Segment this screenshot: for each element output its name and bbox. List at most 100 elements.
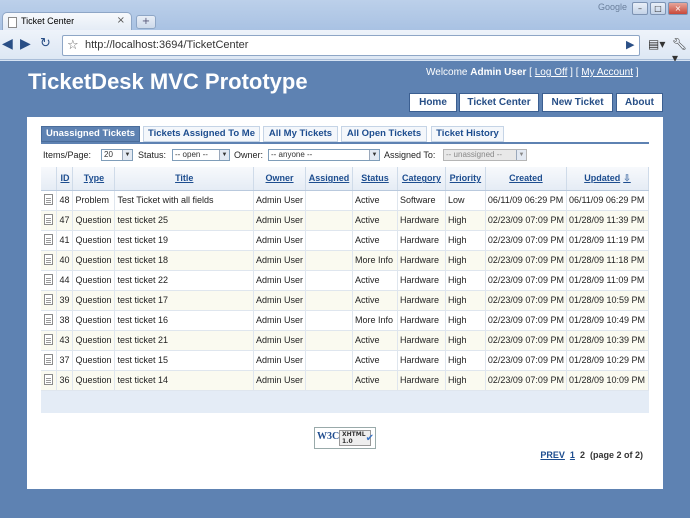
col-id[interactable]: ID	[56, 167, 74, 191]
document-icon[interactable]	[44, 213, 54, 225]
cell-updated: 01/28/09 10:59 PM	[566, 290, 650, 311]
cell-status: Active	[352, 330, 398, 351]
cell-assigned	[305, 230, 354, 251]
table-row[interactable]: 43 Question test ticket 21 Admin User Active…	[41, 330, 650, 351]
owner-label: Owner:	[234, 150, 264, 160]
col-type[interactable]: Type	[72, 167, 116, 191]
cell-type: Question	[72, 250, 116, 271]
cell-title[interactable]: test ticket 15	[114, 350, 255, 371]
tab-all-my-tickets[interactable]: All My Tickets	[263, 126, 338, 142]
cell-title[interactable]: test ticket 25	[114, 210, 255, 231]
col-created[interactable]: Created	[485, 167, 567, 191]
table-row[interactable]: 47 Question test ticket 25 Admin User Active…	[41, 210, 650, 231]
col-category[interactable]: Category	[397, 167, 446, 191]
welcome-prefix: Welcome	[426, 67, 468, 78]
tab-unassigned-tickets[interactable]: Unassigned Tickets	[41, 126, 140, 142]
page-menu-icon[interactable]: ▤▾	[648, 37, 665, 51]
table-row[interactable]: 36 Question test ticket 14 Admin User Active…	[41, 370, 650, 391]
cell-assigned	[305, 350, 354, 371]
cell-title[interactable]: test ticket 16	[114, 310, 255, 331]
items-per-page-select[interactable]: 20 ▼	[101, 149, 133, 161]
close-tab-icon[interactable]: ×	[117, 15, 125, 26]
cell-title[interactable]: test ticket 14	[114, 370, 255, 391]
new-tab-button[interactable]: +	[136, 15, 156, 29]
w3c-logo: W3C	[317, 431, 340, 442]
tab-assigned-to-me[interactable]: Tickets Assigned To Me	[143, 126, 260, 142]
go-icon[interactable]: ▶	[626, 38, 634, 51]
menu-home[interactable]: Home	[409, 93, 457, 112]
document-icon[interactable]	[44, 333, 54, 345]
status-select[interactable]: -- open -- ▼	[172, 149, 230, 161]
cell-status: Active	[352, 350, 398, 371]
logoff-link[interactable]: Log Off	[535, 67, 568, 78]
col-updated[interactable]: Updated	[584, 173, 620, 183]
table-row[interactable]: 44 Question test ticket 22 Admin User Active…	[41, 270, 650, 291]
cell-updated: 01/28/09 11:39 PM	[566, 210, 650, 231]
document-icon[interactable]	[44, 293, 54, 305]
cell-assigned	[305, 310, 354, 331]
col-icon	[41, 167, 58, 191]
cell-title[interactable]: test ticket 17	[114, 290, 255, 311]
cell-type: Problem	[72, 190, 116, 211]
document-icon[interactable]	[44, 193, 54, 205]
menu-ticket-center[interactable]: Ticket Center	[459, 93, 539, 112]
document-icon[interactable]	[44, 353, 54, 365]
pager-page-1-link[interactable]: 1	[570, 450, 575, 460]
items-per-page-value: 20	[104, 150, 113, 159]
tab-ticket-history[interactable]: Ticket History	[431, 126, 504, 142]
document-icon[interactable]	[44, 373, 54, 385]
forward-icon[interactable]: ▶	[20, 37, 31, 51]
cell-title[interactable]: Test Ticket with all fields	[114, 190, 255, 211]
ticket-grid: ID Type Title Owner Assigned Status Cate…	[41, 167, 650, 460]
bookmark-star-icon[interactable]: ☆	[67, 38, 79, 53]
col-priority[interactable]: Priority	[445, 167, 486, 191]
cell-title[interactable]: test ticket 19	[114, 230, 255, 251]
cell-title[interactable]: test ticket 21	[114, 330, 255, 351]
minimize-button[interactable]: –	[632, 2, 648, 15]
browser-tab[interactable]: Ticket Center ×	[2, 12, 132, 31]
col-assigned[interactable]: Assigned	[305, 167, 354, 191]
cell-title[interactable]: test ticket 18	[114, 250, 255, 271]
col-status[interactable]: Status	[352, 167, 398, 191]
my-account-link[interactable]: My Account	[581, 67, 633, 78]
row-icon-cell	[41, 290, 58, 311]
cell-id: 48	[56, 190, 74, 211]
browser-toolbar: ◀ ▶ ↻ ☆ http://localhost:3694/TicketCent…	[0, 30, 690, 60]
table-row[interactable]: 48 Problem Test Ticket with all fields Admi…	[41, 190, 650, 211]
menu-about[interactable]: About	[616, 93, 663, 112]
document-icon[interactable]	[44, 253, 54, 265]
cell-updated: 01/28/09 11:18 PM	[566, 250, 650, 271]
document-icon[interactable]	[44, 313, 54, 325]
cell-owner: Admin User	[253, 350, 307, 371]
pager-prev-link[interactable]: PREV	[540, 450, 565, 460]
table-row[interactable]: 38 Question test ticket 16 Admin User More I…	[41, 310, 650, 331]
cell-assigned	[305, 210, 354, 231]
col-title[interactable]: Title	[114, 167, 255, 191]
menu-new-ticket[interactable]: New Ticket	[542, 93, 613, 112]
w3c-xhtml-badge[interactable]: W3C XHTML 1.0 ✔	[314, 427, 376, 449]
cell-owner: Admin User	[253, 370, 307, 391]
row-icon-cell	[41, 370, 58, 391]
close-window-button[interactable]: ×	[668, 2, 688, 15]
col-updated-header[interactable]: Updated ⇩	[566, 167, 650, 191]
document-icon[interactable]	[44, 273, 54, 285]
back-icon[interactable]: ◀	[2, 37, 13, 51]
table-row[interactable]: 41 Question test ticket 19 Admin User Active…	[41, 230, 650, 251]
owner-select[interactable]: -- anyone -- ▼	[268, 149, 380, 161]
table-row[interactable]: 37 Question test ticket 15 Admin User Active…	[41, 350, 650, 371]
assigned-to-label: Assigned To:	[384, 150, 436, 160]
reload-icon[interactable]: ↻	[40, 37, 51, 51]
table-row[interactable]: 40 Question test ticket 18 Admin User More I…	[41, 250, 650, 271]
table-row[interactable]: 39 Question test ticket 17 Admin User Active…	[41, 290, 650, 311]
tab-all-open-tickets[interactable]: All Open Tickets	[341, 126, 427, 142]
ticket-table: ID Type Title Owner Assigned Status Cate…	[41, 167, 650, 391]
sort-desc-arrow-icon: ⇩	[623, 172, 631, 183]
cell-type: Question	[72, 330, 116, 351]
maximize-button[interactable]: □	[650, 2, 666, 15]
document-icon[interactable]	[44, 233, 54, 245]
cell-title[interactable]: test ticket 22	[114, 270, 255, 291]
col-owner[interactable]: Owner	[253, 167, 307, 191]
address-bar[interactable]: ☆ http://localhost:3694/TicketCenter	[62, 35, 640, 56]
page-favicon-icon	[8, 17, 17, 28]
row-icon-cell	[41, 230, 58, 251]
